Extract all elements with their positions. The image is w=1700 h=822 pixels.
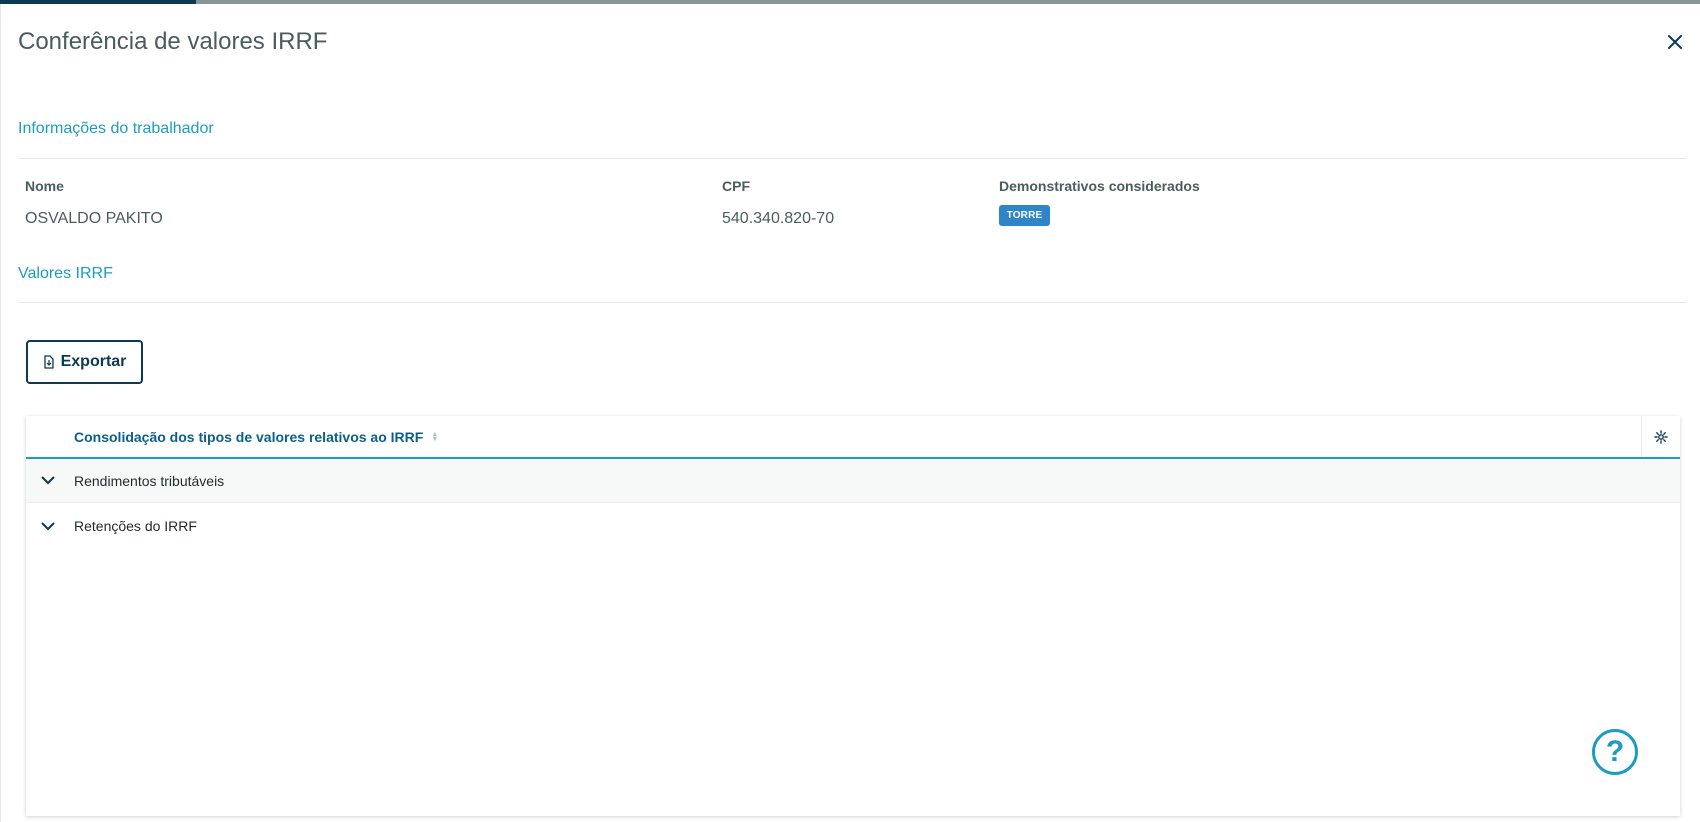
gear-icon (1654, 429, 1668, 444)
close-button[interactable] (1663, 30, 1687, 54)
cpf-value: 540.340.820-70 (722, 210, 835, 227)
table-settings-button[interactable] (1641, 416, 1680, 457)
sort-icon[interactable]: ▲ ▼ (431, 431, 438, 443)
name-value: OSVALDO PAKITO (25, 210, 163, 227)
statements-tag: TORRE (999, 205, 1050, 226)
irrf-values-section-title: Valores IRRF (18, 265, 113, 282)
table-header: Consolidação dos tipos de valores relati… (26, 416, 1680, 459)
modal-title: Conferência de valores IRRF (18, 28, 328, 55)
irrf-modal: Conferência de valores IRRF Informações … (0, 4, 1700, 822)
export-button[interactable]: Exportar (26, 340, 143, 384)
row-label: Retenções do IRRF (74, 518, 197, 534)
chevron-down-icon (41, 476, 55, 485)
column-header-label: Consolidação dos tipos de valores relati… (74, 429, 424, 445)
close-icon (1668, 35, 1682, 49)
worker-info-divider (18, 158, 1687, 159)
row-label: Rendimentos tributáveis (74, 472, 225, 489)
worker-info-section-title: Informações do trabalhador (18, 120, 214, 137)
name-label: Nome (25, 178, 64, 194)
table-row[interactable]: Rendimentos tributáveis (26, 459, 1680, 503)
irrf-table: Consolidação dos tipos de valores relati… (26, 416, 1680, 816)
row-expand-button[interactable] (38, 471, 58, 491)
export-button-label: Exportar (60, 353, 127, 370)
row-expand-button[interactable] (38, 516, 58, 536)
table-row[interactable]: Retenções do IRRF (26, 504, 1680, 548)
column-header-consolidation[interactable]: Consolidação dos tipos de valores relati… (74, 429, 438, 445)
help-icon: ? (1605, 735, 1625, 768)
export-file-icon (43, 355, 54, 369)
help-button[interactable]: ? (1592, 729, 1638, 775)
cpf-label: CPF (722, 178, 750, 194)
chevron-down-icon (41, 521, 55, 530)
irrf-values-divider (18, 302, 1687, 303)
statements-label: Demonstrativos considerados (999, 178, 1200, 194)
